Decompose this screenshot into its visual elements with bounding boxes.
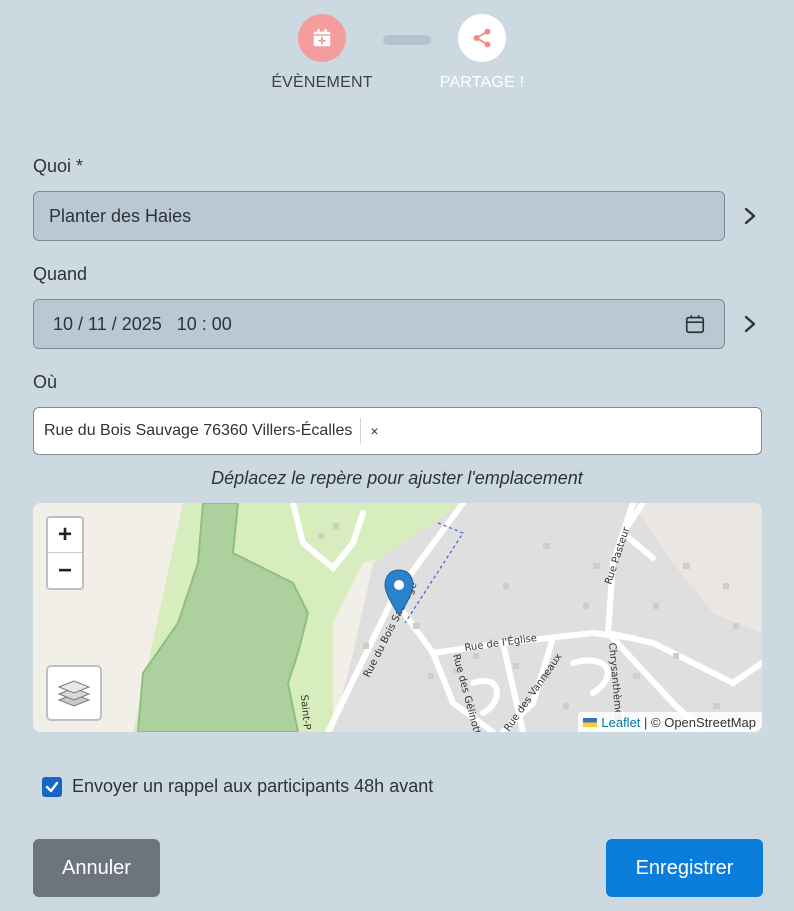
- where-value: Rue du Bois Sauvage 76360 Villers-Écalle…: [44, 422, 353, 439]
- where-field[interactable]: Rue du Bois Sauvage 76360 Villers-Écalle…: [33, 407, 762, 455]
- where-clear-button[interactable]: ×: [370, 423, 378, 439]
- zoom-out-button[interactable]: −: [48, 553, 82, 588]
- chevron-right-icon: [744, 315, 756, 333]
- reminder-label: Envoyer un rappel aux participants 48h a…: [72, 776, 434, 796]
- save-button[interactable]: Enregistrer: [606, 839, 763, 897]
- step-connector: [383, 35, 431, 45]
- when-value: 10 / 11 / 2025 10 : 00: [53, 313, 232, 334]
- map-tiles[interactable]: Rue du Bois Sauvage Rue de l'Église Rue …: [33, 503, 762, 732]
- cancel-button[interactable]: Annuler: [33, 839, 160, 897]
- calendar-icon[interactable]: [684, 313, 706, 335]
- check-icon: [45, 781, 59, 792]
- layers-icon: [57, 680, 91, 707]
- map-attribution: Leaflet | © OpenStreetMap: [578, 712, 762, 732]
- share-icon: [473, 28, 491, 48]
- zoom-control: + −: [46, 516, 84, 590]
- reminder-option[interactable]: Envoyer un rappel aux participants 48h a…: [42, 776, 433, 797]
- where-label: Où: [33, 372, 58, 392]
- step-event-circle[interactable]: [298, 14, 346, 62]
- attribution-separator: | ©: [640, 714, 665, 730]
- calendar-plus-icon: [313, 28, 331, 47]
- step-share-circle[interactable]: [458, 14, 506, 62]
- layers-button[interactable]: [46, 665, 102, 721]
- zoom-in-button[interactable]: +: [48, 518, 82, 553]
- reminder-checkbox[interactable]: [42, 776, 62, 797]
- step-event-label: ÉVÈNEMENT: [271, 74, 373, 91]
- stepper: ÉVÈNEMENT PARTAGE !: [0, 14, 794, 94]
- when-label: Quand: [33, 264, 88, 284]
- osm-link[interactable]: OpenStreetMap: [664, 715, 756, 730]
- leaflet-link[interactable]: Leaflet: [601, 715, 640, 730]
- ukraine-flag-icon: [583, 717, 598, 727]
- what-expand-button[interactable]: [740, 206, 760, 226]
- when-field[interactable]: 10 / 11 / 2025 10 : 00: [33, 299, 725, 349]
- what-field[interactable]: Planter des Haies: [33, 191, 725, 241]
- map-hint: Déplacez le repère pour ajuster l'emplac…: [211, 468, 583, 488]
- when-expand-button[interactable]: [740, 314, 760, 334]
- step-share-label: PARTAGE !: [439, 74, 525, 91]
- what-value: Planter des Haies: [49, 205, 192, 226]
- what-label: Quoi *: [33, 156, 84, 176]
- location-map[interactable]: Rue du Bois Sauvage Rue de l'Église Rue …: [33, 503, 762, 732]
- chevron-right-icon: [744, 207, 756, 225]
- where-separator: [360, 418, 362, 444]
